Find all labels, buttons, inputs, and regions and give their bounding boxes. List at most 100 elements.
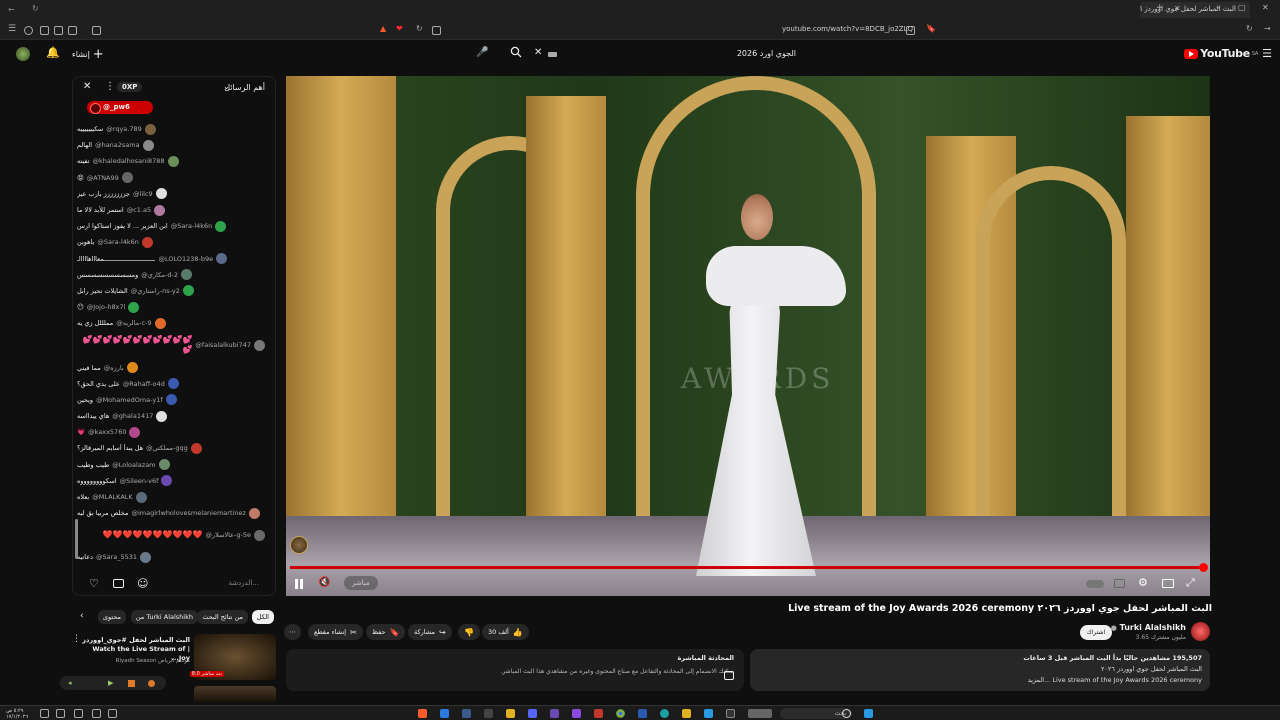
chat-message[interactable]: @مملكتي-gqg هل يبدأ أسايم الميرقالز؟ (77, 440, 267, 456)
fullscreen-icon[interactable]: ⤢ (1186, 576, 1195, 590)
start-menu-icon[interactable] (864, 709, 873, 718)
window-close-icon[interactable]: ✕ (1262, 3, 1269, 12)
create-button[interactable]: إنشاء + (72, 47, 104, 62)
browser-refresh-icon[interactable]: ↻ (1246, 24, 1253, 33)
window-minimize-icon[interactable]: – (1216, 3, 1221, 13)
share-button[interactable]: مشاركة ↪ (408, 624, 452, 640)
sidebar-icon[interactable] (68, 26, 77, 35)
profile-avatar-icon[interactable] (16, 47, 30, 61)
chat-message[interactable]: @faisalalkubi747 💕💕💕💕💕💕💕💕💕💕💕💕 (77, 331, 267, 359)
notifications-icon[interactable]: 🔔 (46, 46, 60, 59)
search-input[interactable]: الجوي اورد 2026 (737, 49, 796, 58)
chat-message[interactable]: @راستاري-ns-y2 الشايلات تحيز رابل (77, 283, 267, 299)
site-info-icon[interactable]: ❤ (396, 24, 403, 33)
chat-message[interactable]: @مكاري-d-2 ومسسسسسسسسس (77, 267, 267, 283)
channel-name[interactable]: ● Turki Alalshikh (1111, 623, 1186, 632)
subscribe-button[interactable]: اشتراك (1080, 625, 1112, 640)
chat-message[interactable]: @عالاسلار-g-5e ❤️❤️❤️❤️❤️❤️❤️❤️❤️❤️ (77, 521, 267, 549)
chat-message[interactable]: @Jojo-h8x7l 😶 (77, 299, 267, 315)
calendar-icon[interactable] (638, 709, 647, 718)
app-icon-teal[interactable] (704, 709, 713, 718)
keyboard-icon[interactable] (548, 52, 557, 57)
chat-author[interactable]: @مالريه-c-9 (116, 319, 151, 327)
chat-message[interactable]: @Sara-l4k6n ياهوين (77, 234, 267, 250)
chat-author[interactable]: @faisalalkubi747 (195, 341, 251, 349)
menu-icon[interactable]: ☰ (8, 24, 16, 34)
clear-search-icon[interactable]: ✕ (534, 47, 542, 58)
network-icon[interactable] (56, 709, 65, 718)
media-play-icon[interactable]: ▶ (108, 679, 113, 687)
voice-search-icon[interactable]: 🎤 (476, 47, 488, 58)
channel-watermark-avatar[interactable] (290, 536, 308, 554)
media-prev-icon[interactable]: ◂ (68, 679, 72, 687)
like-button[interactable]: 30 ألف 👍 (482, 624, 529, 640)
chat-message[interactable]: @hana2sama الهالم (77, 137, 267, 153)
chat-message[interactable]: @LOLO1238-b9e ـــــــــــــــــــــــــــ… (77, 251, 267, 267)
new-tab-icon[interactable]: + (1156, 3, 1164, 13)
chat-avatar[interactable] (140, 551, 152, 563)
chat-author[interactable]: @Loloalazam (112, 461, 155, 469)
chat-message[interactable]: @ATNA99 😡 (77, 170, 267, 186)
xp-badge[interactable]: 0XP (117, 82, 143, 92)
chat-author[interactable]: @imagirlwholovesmelaniemartinez (131, 509, 245, 517)
chat-avatar[interactable] (161, 475, 173, 487)
back-icon[interactable]: ← (8, 5, 15, 14)
chat-author[interactable]: @مملكتي-gqg (146, 444, 188, 452)
filter-search-results[interactable]: من نتائج البحث (197, 610, 248, 624)
second-recommendation-thumb[interactable] (194, 686, 276, 702)
chat-author[interactable]: @Sara-l4k6n (171, 222, 213, 230)
chat-avatar[interactable] (182, 285, 194, 297)
edge-icon[interactable] (660, 709, 669, 718)
chat-message[interactable]: @Sileen-v6f اسكووووووووه (77, 473, 267, 489)
file-explorer-icon[interactable] (682, 709, 691, 718)
user-chip[interactable]: @_pw6 (87, 101, 153, 114)
chat-author[interactable]: @MLALKALK (92, 493, 132, 501)
chat-avatar[interactable] (216, 253, 228, 265)
clip-button[interactable]: إنشاء مقطع ✂ (308, 624, 363, 640)
chat-avatar[interactable] (248, 507, 260, 519)
chat-avatar[interactable] (215, 220, 227, 232)
chat-author[interactable]: @Rahaff-o4d (123, 380, 165, 388)
app-icon-yellow[interactable] (506, 709, 515, 718)
chat-avatar[interactable] (181, 269, 193, 281)
chat-avatar[interactable] (142, 139, 154, 151)
mute-icon[interactable]: 🔇 (318, 577, 330, 588)
filter-all[interactable]: الكل (251, 610, 274, 624)
chat-author[interactable]: @Jojo-h8x7l (87, 303, 126, 311)
chat-author[interactable]: @بارزه (104, 364, 124, 372)
heart-icon[interactable]: ♡ (89, 577, 99, 590)
pause-icon[interactable] (294, 578, 304, 590)
url-text[interactable]: youtube.com/watch?v=8DCB_jo2ZLQ (782, 25, 913, 33)
chat-message[interactable]: @مالريه-c-9 مملللل زي يه (77, 315, 267, 331)
close-chat-icon[interactable]: ✕ (83, 81, 91, 92)
tab-close-icon[interactable]: ✕ (1174, 4, 1181, 13)
more-options-icon[interactable]: ⋮ (105, 81, 115, 92)
chat-input[interactable]: الدردشة... (228, 579, 259, 587)
taskbar-clock[interactable]: ٥:٢٩ ص ١٧/١/٢٠٢٦ (6, 708, 28, 720)
chat-avatar[interactable] (165, 394, 177, 406)
video-player[interactable]: AWARDS 🔇 مباشر ⚙ ⤢ (286, 76, 1210, 596)
dislike-button[interactable]: 👎 (458, 624, 480, 640)
chat-avatar[interactable] (254, 339, 265, 351)
chat-avatar[interactable] (155, 188, 167, 200)
chat-author[interactable]: @Sileen-v6f (120, 477, 159, 485)
forward-icon[interactable]: → (1264, 24, 1271, 33)
search-widget-image[interactable] (748, 709, 772, 718)
app-icon-blue[interactable] (440, 709, 449, 718)
chat-avatar[interactable] (154, 204, 166, 216)
chat-avatar[interactable] (167, 378, 179, 390)
chat-author[interactable]: @ghala1417 (112, 412, 153, 420)
microphone-tray-icon[interactable] (92, 709, 101, 718)
app-icon-dark[interactable] (484, 709, 493, 718)
brave-shield-icon[interactable]: ▲ (380, 24, 386, 33)
emoji-icon[interactable]: ☺ (137, 577, 148, 590)
live-indicator[interactable]: مباشر (344, 576, 378, 590)
chat-author[interactable]: @عالاسلار-g-5e (206, 531, 251, 539)
chat-message[interactable]: @Loloalazam طيب وطيب (77, 457, 267, 473)
chat-author[interactable]: @Sara_5531 (96, 553, 137, 561)
more-actions-button[interactable]: ⋯ (284, 624, 301, 640)
progress-bar[interactable] (290, 566, 1206, 569)
volume-icon[interactable] (74, 709, 83, 718)
app-icon-red[interactable] (594, 709, 603, 718)
chat-avatar[interactable] (121, 172, 133, 184)
